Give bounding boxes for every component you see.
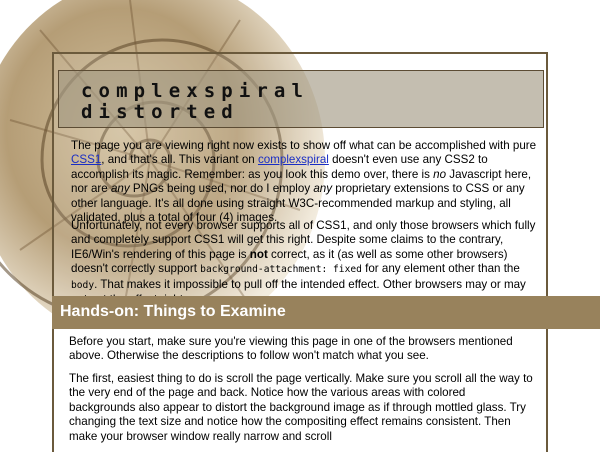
intro-paragraph: The page you are viewing right now exist… [71,139,537,225]
masthead: complexspiral distorted [58,70,544,128]
section-heading-bar: Hands-on: Things to Examine [52,296,600,329]
lower-content-panel: Before you start, make sure you're viewi… [52,329,548,443]
page-title-line-2: distorted [81,101,239,123]
browser-support-paragraph: Unfortunately, not every browser support… [71,219,536,306]
code-background-attachment: background-attachment: fixed [200,264,362,276]
section-heading: Hands-on: Things to Examine [60,303,286,320]
page-title-line-1: complexspiral [81,80,310,102]
before-you-start-paragraph: Before you start, make sure you're viewi… [69,335,513,363]
css1-link[interactable]: CSS1 [71,153,101,166]
complexspiral-link[interactable]: complexspiral [258,153,329,166]
first-thing-paragraph: The first, easiest thing to do is scroll… [69,372,533,443]
code-body: body [71,279,95,291]
